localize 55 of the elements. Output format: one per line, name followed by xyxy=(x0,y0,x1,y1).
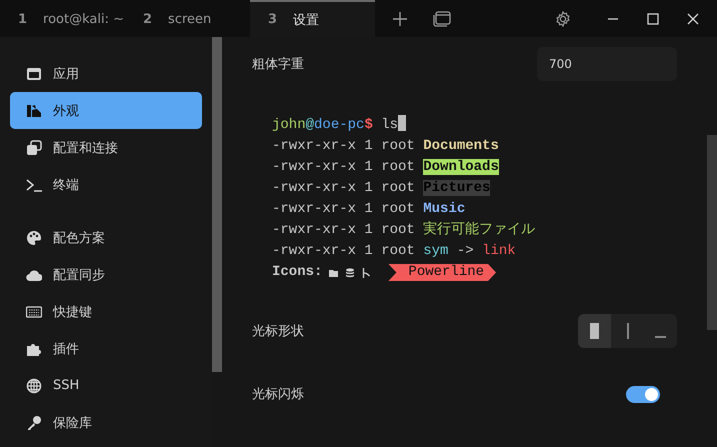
listing-line: -rwxr-xr-x 1 root Downloads xyxy=(272,158,500,177)
tab[interactable]: 3 设置 xyxy=(250,0,375,37)
branch-icon xyxy=(362,268,372,278)
listing-line: -rwxr-xr-x 1 root Pictures xyxy=(272,179,492,198)
setting-label: 光标闪烁 xyxy=(252,386,304,403)
sidebar-item[interactable]: 保险库 xyxy=(10,404,202,441)
cursor-shape-option[interactable] xyxy=(578,314,611,348)
windows-icon[interactable] xyxy=(433,10,451,26)
input-field[interactable]: 700 xyxy=(537,47,677,81)
maximize-icon[interactable] xyxy=(647,12,659,24)
scrollbar[interactable] xyxy=(707,135,717,330)
add-tab-icon[interactable] xyxy=(393,12,407,26)
sidebar-item[interactable]: 终端 xyxy=(10,166,202,203)
scrollbar[interactable] xyxy=(212,37,222,372)
tab-number: 2 xyxy=(143,12,152,27)
terminal-prompt-icon xyxy=(26,176,42,192)
settings-icon[interactable] xyxy=(555,10,571,26)
folder-icon xyxy=(329,268,338,276)
listing-line: -rwxr-xr-x 1 root Documents xyxy=(272,137,500,156)
listing-line: -rwxr-xr-x 1 root sym -> link xyxy=(272,242,517,261)
powerline-badge: Powerline xyxy=(388,264,496,281)
setting-label: 光标形状 xyxy=(252,323,304,340)
stacked-windows-icon xyxy=(26,140,42,156)
window-icon xyxy=(26,66,42,82)
close-icon[interactable] xyxy=(687,12,699,24)
tab-title: screen xyxy=(168,12,212,27)
database-icon xyxy=(346,268,354,278)
tab-number: 3 xyxy=(268,12,278,27)
cursor-underline-icon xyxy=(655,336,666,338)
palette-icon xyxy=(26,230,42,246)
listing-line: -rwxr-xr-x 1 root 実行可能ファイル xyxy=(272,220,536,240)
sidebar-item[interactable]: 配置同步 xyxy=(10,256,202,293)
keyboard-icon xyxy=(26,304,42,320)
tab-title: root@kali: ~ xyxy=(43,12,124,27)
sidebar-item[interactable]: 外观 xyxy=(10,92,202,129)
sidebar-item[interactable]: 配置和连接 xyxy=(10,129,202,166)
tab[interactable]: 1 root@kali: ~ xyxy=(0,0,125,37)
tab-title: 设置 xyxy=(293,12,320,28)
setting-label: 粗体字重 xyxy=(252,56,304,73)
tab-number: 1 xyxy=(18,12,28,27)
palette-swatch-icon xyxy=(26,102,42,118)
prompt-line: john@doe-pc$ ls xyxy=(272,115,677,136)
sidebar-item[interactable]: 配色方案 xyxy=(10,219,202,256)
cursor-bar-icon xyxy=(626,323,628,339)
sidebar-item[interactable]: 插件 xyxy=(10,330,202,367)
tab[interactable]: 2 screen xyxy=(125,0,250,37)
listing-line: -rwxr-xr-x 1 root Music xyxy=(272,200,466,219)
cursor-block-icon xyxy=(590,323,599,339)
toggle-switch[interactable] xyxy=(626,386,660,402)
sidebar-item[interactable]: SSH xyxy=(10,367,202,404)
icons-label: Icons: xyxy=(272,263,322,282)
sidebar-item[interactable]: 快捷键 xyxy=(10,293,202,330)
sidebar-item[interactable]: 应用 xyxy=(10,55,202,92)
globe-icon xyxy=(26,378,42,394)
key-icon xyxy=(26,414,42,430)
